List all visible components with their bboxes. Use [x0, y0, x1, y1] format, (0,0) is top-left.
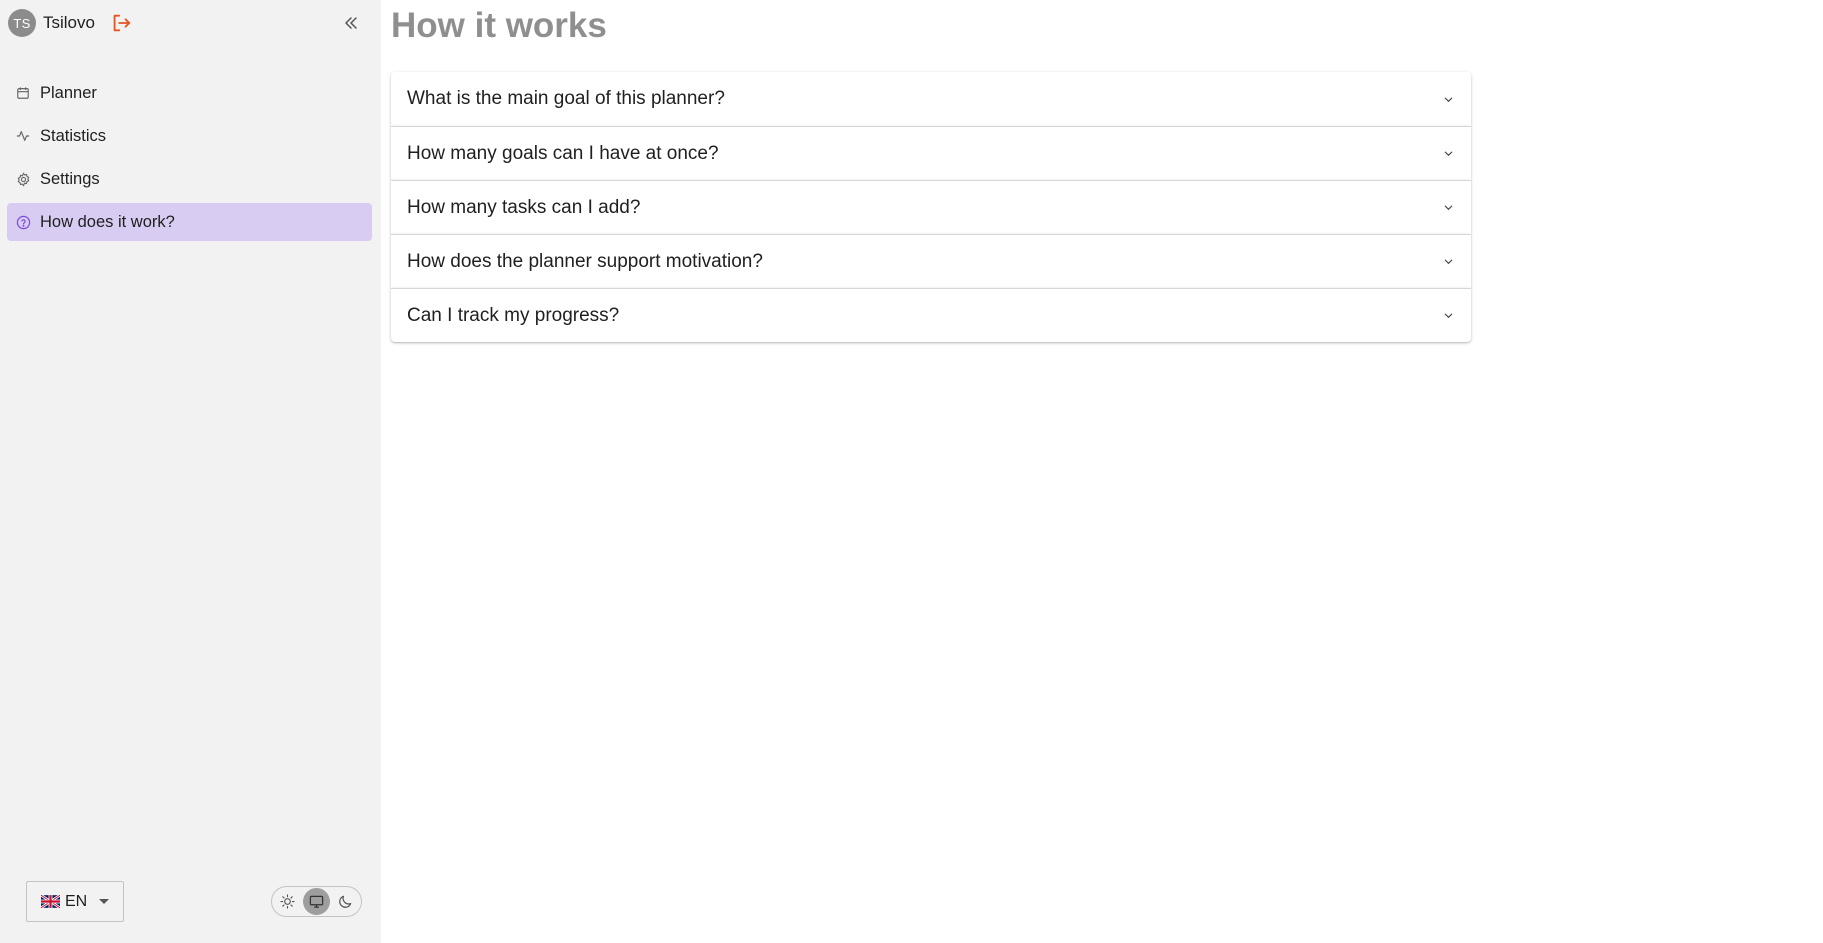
chevron-down-icon [1441, 201, 1455, 215]
sun-icon [280, 894, 295, 909]
main-content: How it works What is the main goal of th… [381, 0, 1823, 943]
double-chevron-left-icon [345, 17, 357, 29]
language-select[interactable]: EN [26, 881, 124, 922]
sidebar-item-label: How does it work? [40, 212, 175, 231]
sidebar: TS Tsilovo Planner Statistics Settings H… [0, 0, 381, 943]
theme-system-button[interactable] [303, 888, 330, 915]
faq-item[interactable]: How many goals can I have at once? [391, 126, 1471, 180]
gear-icon [15, 171, 31, 187]
sidebar-nav: Planner Statistics Settings How does it … [7, 74, 372, 246]
avatar[interactable]: TS [8, 9, 36, 37]
theme-toggle [271, 886, 362, 917]
faq-question: How many goals can I have at once? [407, 142, 719, 164]
sidebar-item-planner[interactable]: Planner [7, 74, 372, 112]
question-circle-icon [15, 214, 31, 230]
username: Tsilovo [43, 13, 95, 32]
theme-dark-button[interactable] [332, 888, 359, 915]
user-row: TS Tsilovo [8, 8, 133, 38]
faq-item[interactable]: How many tasks can I add? [391, 180, 1471, 234]
faq-accordion: What is the main goal of this planner? H… [391, 72, 1471, 342]
uk-flag-icon [41, 895, 60, 908]
sidebar-item-label: Statistics [40, 126, 107, 145]
sidebar-item-label: Settings [40, 169, 100, 188]
sidebar-item-statistics[interactable]: Statistics [7, 117, 372, 155]
sidebar-item-label: Planner [40, 83, 97, 102]
activity-icon [15, 128, 31, 144]
monitor-icon [309, 895, 324, 908]
faq-item[interactable]: Can I track my progress? [391, 288, 1471, 342]
faq-question: How many tasks can I add? [407, 196, 641, 218]
chevron-down-icon [1441, 309, 1455, 323]
faq-question: What is the main goal of this planner? [407, 88, 725, 109]
calendar-icon [15, 85, 31, 101]
faq-item[interactable]: How does the planner support motivation? [391, 234, 1471, 288]
caret-down-icon [99, 899, 110, 904]
language-code: EN [65, 892, 88, 910]
sidebar-item-how-does-it-work[interactable]: How does it work? [7, 203, 372, 241]
faq-item[interactable]: What is the main goal of this planner? [391, 72, 1471, 126]
sidebar-item-settings[interactable]: Settings [7, 160, 372, 198]
faq-question: Can I track my progress? [407, 304, 620, 326]
chevron-down-icon [1441, 147, 1455, 161]
page-title: How it works [391, 6, 607, 45]
collapse-sidebar-button[interactable] [340, 12, 362, 34]
chevron-down-icon [1441, 255, 1455, 269]
logout-icon[interactable] [109, 11, 133, 35]
moon-icon [339, 895, 352, 908]
theme-light-button[interactable] [274, 888, 301, 915]
chevron-down-icon [1441, 92, 1455, 106]
faq-question: How does the planner support motivation? [407, 250, 763, 272]
